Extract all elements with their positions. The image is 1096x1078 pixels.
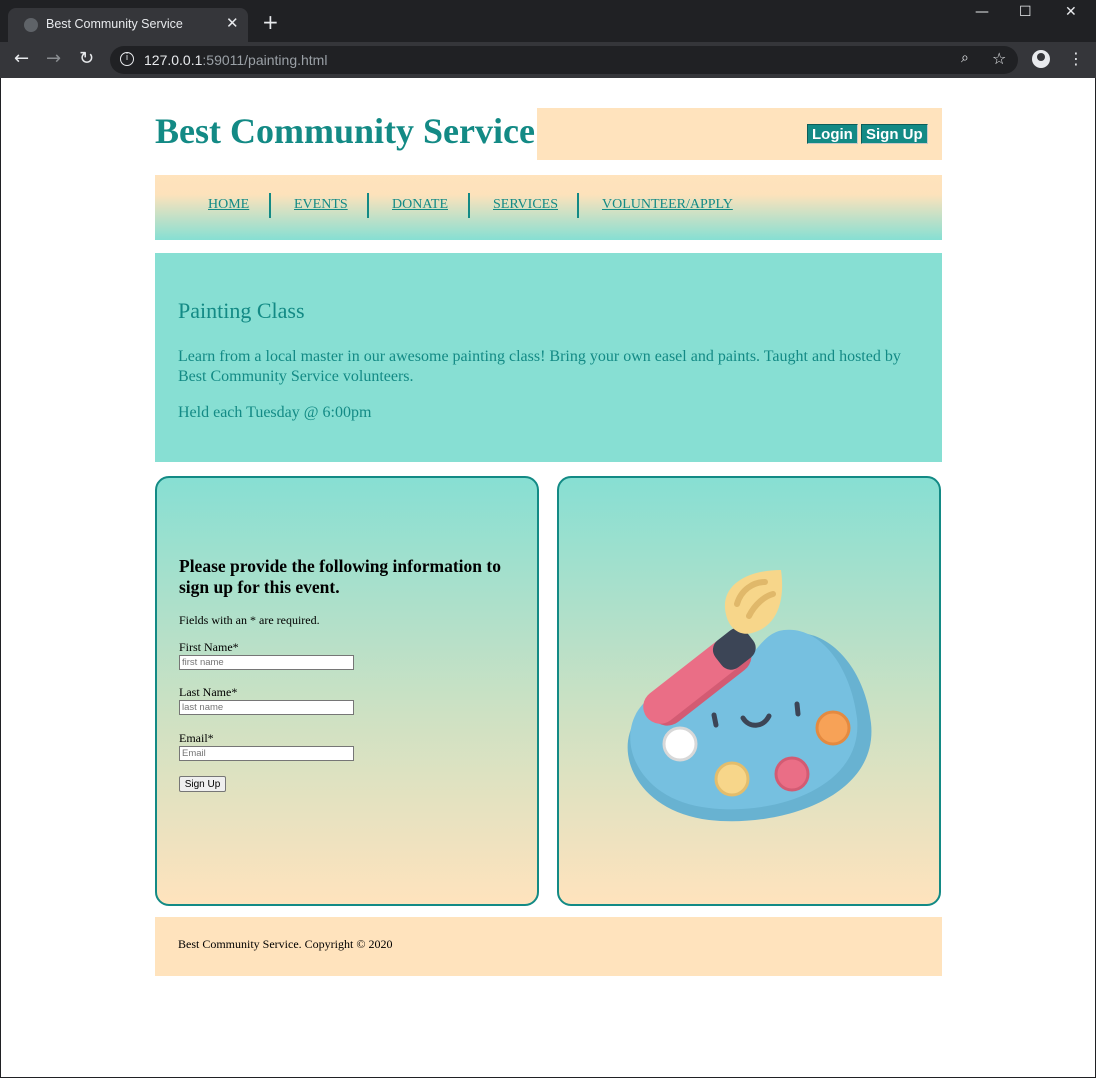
first-name-field[interactable] [179,655,354,670]
last-name-field[interactable] [179,700,354,715]
reload-icon[interactable]: ↻ [79,49,94,69]
page-footer: Best Community Service. Copyright © 2020 [155,917,942,976]
nav-divider [468,193,470,218]
login-button[interactable]: Login [807,124,858,144]
zoom-icon[interactable]: ⌕ [961,50,969,66]
bookmark-star-icon[interactable]: ☆ [992,49,1006,68]
main-nav: HOME EVENTS DONATE SERVICES VOLUNTEER/AP… [155,175,942,240]
last-name-label: Last Name* [179,685,238,699]
forward-arrow-icon[interactable]: → [46,49,61,69]
browser-tab[interactable]: Best Community Service ✕ [8,8,248,42]
required-note: Fields with an * are required. [179,613,320,627]
auth-box: Login Sign Up [537,108,942,160]
signup-header-button[interactable]: Sign Up [861,124,928,144]
nav-services[interactable]: SERVICES [493,197,558,213]
tab-title: Best Community Service [46,17,183,31]
kebab-menu-icon[interactable]: ⋮ [1068,49,1084,68]
info-icon[interactable]: i [120,52,134,66]
page-viewport: Best Community Service Login Sign Up HOM… [1,78,1095,1077]
nav-donate[interactable]: DONATE [392,197,448,213]
paint-palette-icon [627,570,872,822]
event-details: Painting Class Learn from a local master… [155,253,942,462]
illustration-card [557,476,941,906]
email-label: Email* [179,731,214,745]
address-bar[interactable]: i 127.0.0.1:59011/painting.html ⌕ ☆ [110,46,1018,74]
site-title: Best Community Service [155,111,535,151]
signup-submit-button[interactable]: Sign Up [179,776,226,792]
event-schedule: Held each Tuesday @ 6:00pm [178,404,372,421]
maximize-icon[interactable]: ☐ [1019,4,1032,20]
tab-close-icon[interactable]: ✕ [226,14,239,32]
nav-events[interactable]: EVENTS [294,197,348,213]
nav-home[interactable]: HOME [208,197,249,213]
nav-volunteer-apply[interactable]: VOLUNTEER/APPLY [602,197,733,213]
nav-divider [577,193,579,218]
profile-avatar-icon[interactable] [1032,50,1050,68]
event-description: Learn from a local master in our awesome… [178,348,901,385]
globe-icon [24,18,38,32]
browser-window-chrome: Best Community Service ✕ + — ☐ ✕ ← → ↻ i… [0,0,1096,78]
event-title: Painting Class [178,298,305,323]
first-name-label: First Name* [179,640,239,654]
back-arrow-icon[interactable]: ← [14,49,29,69]
new-tab-icon[interactable]: + [262,12,279,32]
window-close-icon[interactable]: ✕ [1065,4,1077,20]
address-url: 127.0.0.1:59011/painting.html [144,52,328,68]
email-field[interactable] [179,746,354,761]
signup-form-card: Please provide the following information… [155,476,539,906]
minimize-icon[interactable]: — [975,4,989,20]
nav-divider [367,193,369,218]
copyright-text: Best Community Service. Copyright © 2020 [178,937,393,951]
browser-toolbar: ← → ↻ i 127.0.0.1:59011/painting.html ⌕ … [0,42,1096,78]
form-heading: Please provide the following information… [179,556,501,597]
nav-divider [269,193,271,218]
